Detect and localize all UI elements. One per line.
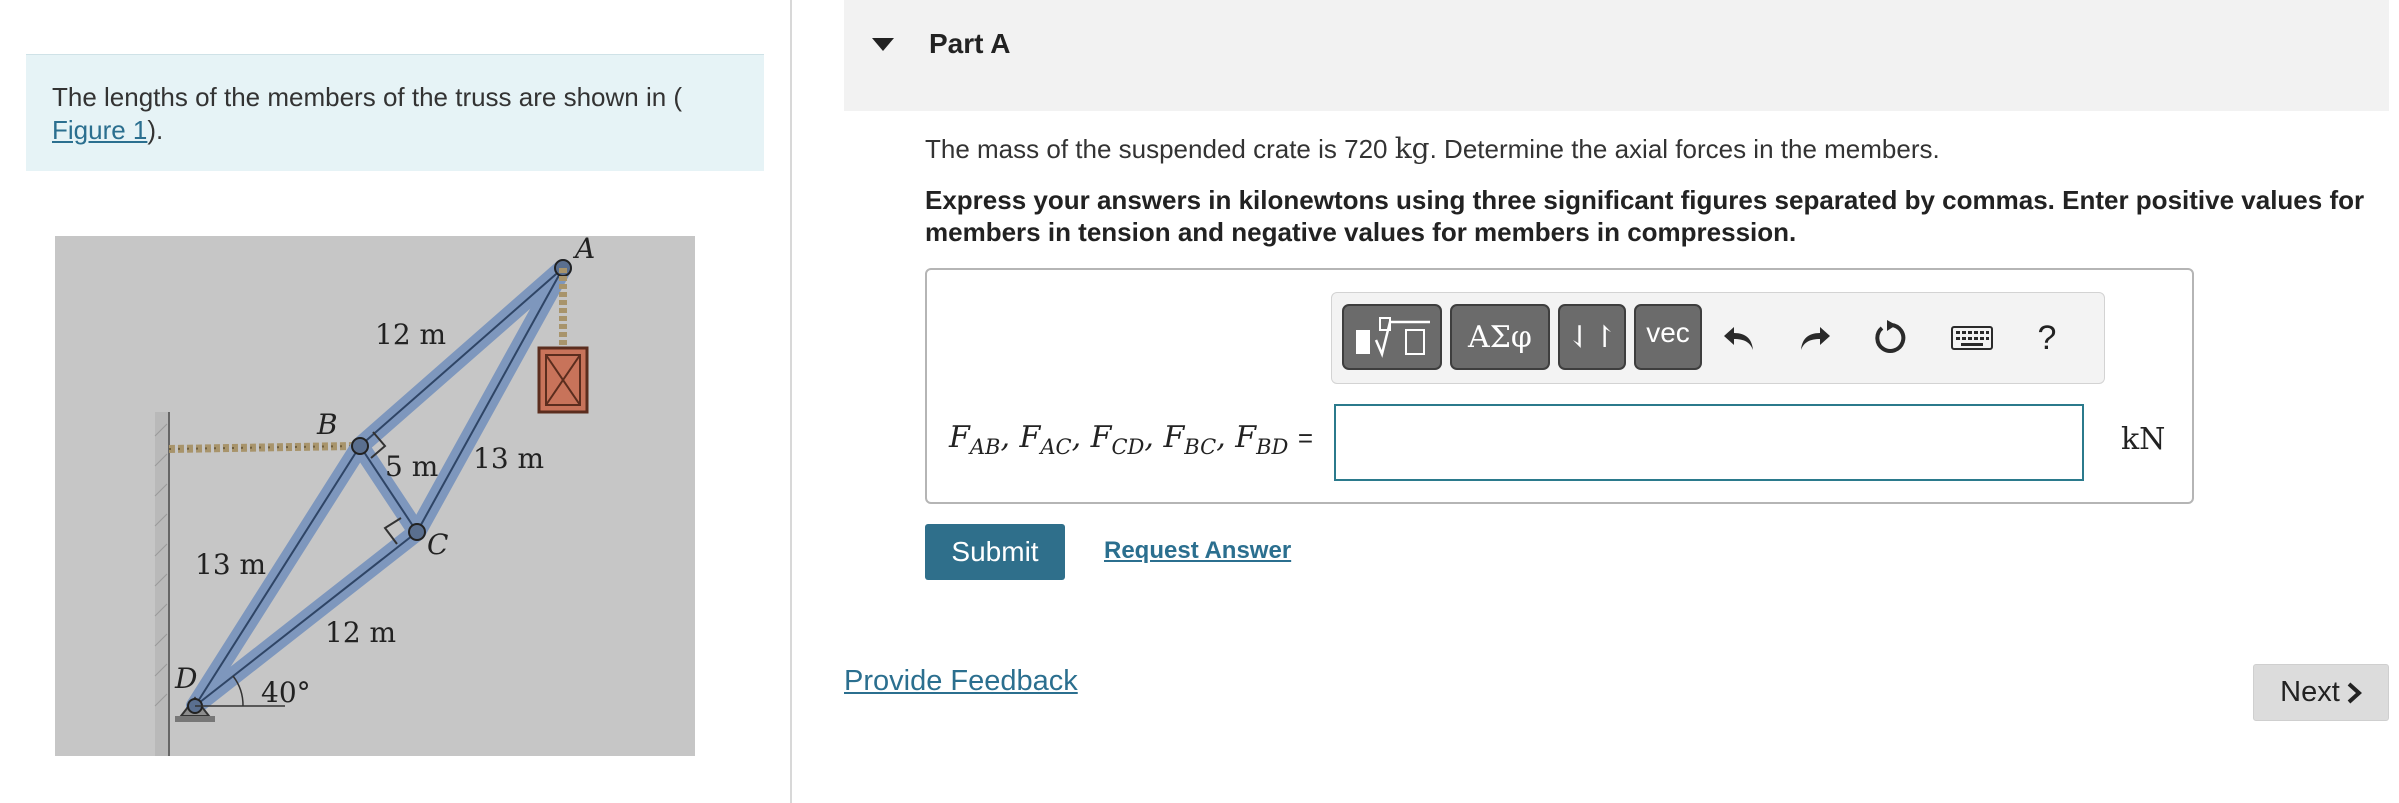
force-symbol: F: [1163, 420, 1185, 455]
force-subscript: AC: [1040, 435, 1072, 459]
next-label: Next: [2280, 676, 2340, 708]
label-length-cd: 12 m: [325, 616, 396, 649]
redo-icon[interactable]: [1790, 313, 1840, 363]
label-a: A: [572, 236, 595, 265]
problem-statement: The mass of the suspended crate is 720 k…: [925, 132, 1940, 165]
label-c: C: [427, 528, 448, 561]
intro-text: The lengths of the members of the truss …: [52, 82, 683, 112]
answer-input[interactable]: [1334, 404, 2084, 481]
reset-icon[interactable]: [1866, 313, 1916, 363]
math-toolbar: ΑΣφ ⇃↾ vec ?: [1331, 292, 2105, 384]
label-b: B: [316, 408, 338, 441]
undo-icon[interactable]: [1714, 313, 1764, 363]
part-title: Part A: [929, 28, 1011, 59]
chevron-right-icon: [2347, 682, 2362, 703]
label-length-ac: 13 m: [473, 442, 544, 475]
force-symbol: F: [1235, 420, 1257, 455]
force-symbol: F: [1090, 420, 1112, 455]
answer-unit: kN: [2121, 422, 2166, 457]
equals-sign: =: [1297, 423, 1314, 453]
request-answer-link[interactable]: Request Answer: [1104, 537, 1291, 565]
truss-diagram: A B C D 12 m 5 m 13 m 13 m 12 m 40°: [154, 236, 595, 756]
label-angle: 40°: [261, 676, 311, 709]
templates-button[interactable]: [1342, 304, 1442, 370]
submit-button[interactable]: Submit: [925, 524, 1065, 580]
problem-text-after: . Determine the axial forces in the memb…: [1429, 134, 1940, 164]
part-header[interactable]: Part A: [844, 0, 2389, 111]
keyboard-icon[interactable]: [1942, 313, 2002, 363]
collapse-caret-icon[interactable]: [872, 38, 894, 51]
pane-divider: [790, 0, 792, 803]
mass-unit: kg: [1394, 132, 1430, 165]
force-symbol: F: [1019, 420, 1041, 455]
force-subscript: CD: [1111, 435, 1145, 459]
force-symbol: F: [949, 420, 970, 455]
force-subscript: AB: [969, 435, 1001, 459]
help-button[interactable]: ?: [2022, 313, 2072, 363]
answer-box: ΑΣφ ⇃↾ vec ? FAB, FAC, FCD, FBC, FBD = k…: [925, 268, 2194, 504]
label-d: D: [174, 662, 197, 695]
vec-button[interactable]: vec: [1634, 304, 1702, 370]
next-button[interactable]: Next: [2253, 664, 2389, 721]
symbols-button[interactable]: ΑΣφ: [1450, 304, 1550, 370]
label-length-bc: 5 m: [385, 450, 438, 483]
crate: [537, 346, 589, 414]
label-length-bd: 13 m: [195, 548, 266, 581]
figure-link[interactable]: Figure 1: [52, 115, 147, 145]
truss-figure: A B C D 12 m 5 m 13 m 13 m 12 m 40°: [55, 236, 695, 756]
templates-icon: [1356, 317, 1430, 358]
left-pane: The lengths of the members of the truss …: [0, 0, 790, 803]
force-subscript: BD: [1256, 435, 1289, 459]
intro-box: The lengths of the members of the truss …: [26, 54, 764, 171]
force-subscript: BC: [1184, 435, 1217, 459]
intro-text-after: ).: [147, 115, 164, 145]
problem-text-before: The mass of the suspended crate is 720: [925, 134, 1395, 164]
answer-instructions: Express your answers in kilonewtons usin…: [925, 185, 2365, 247]
arrows-button[interactable]: ⇃↾: [1558, 304, 1626, 370]
answer-label: FAB, FAC, FCD, FBC, FBD =: [949, 420, 1314, 459]
provide-feedback-link[interactable]: Provide Feedback: [844, 665, 1078, 698]
label-length-ab: 12 m: [375, 318, 446, 351]
